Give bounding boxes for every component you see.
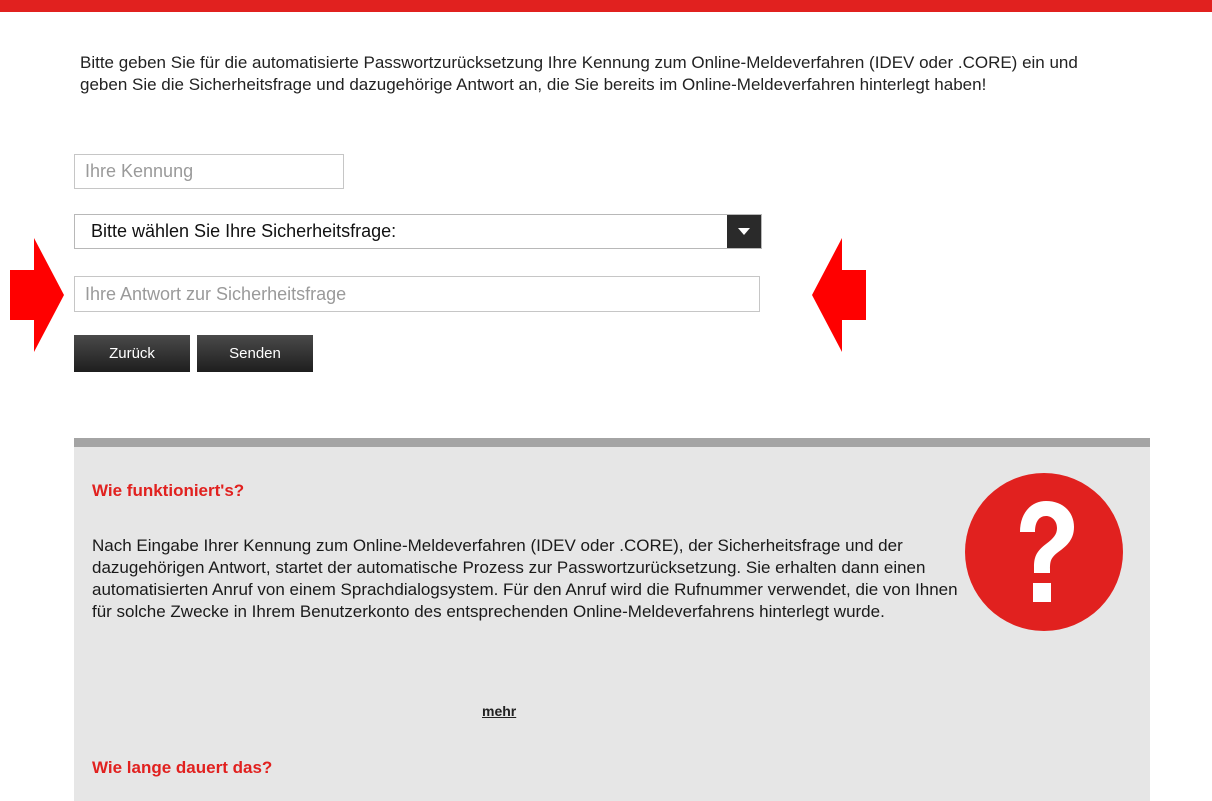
security-question-select[interactable]: Bitte wählen Sie Ihre Sicherheitsfrage:	[74, 214, 762, 249]
arrow-right-icon	[10, 238, 64, 352]
intro-text: Bitte geben Sie für die automatisierte P…	[80, 53, 1078, 94]
send-button[interactable]: Senden	[197, 335, 313, 372]
chevron-down-icon	[738, 228, 750, 235]
kennung-input[interactable]	[74, 154, 344, 189]
security-answer-input[interactable]	[74, 276, 760, 312]
question-mark-icon	[965, 473, 1123, 631]
duration-heading: Wie lange dauert das?	[92, 758, 273, 777]
how-it-works-text: Nach Eingabe Ihrer Kennung zum Online-Me…	[92, 536, 958, 621]
how-it-works-heading: Wie funktioniert's?	[92, 481, 245, 500]
arrow-left-icon	[812, 238, 866, 352]
info-panel: Wie funktioniert's? Nach Eingabe Ihrer K…	[74, 438, 1150, 801]
security-question-selected: Bitte wählen Sie Ihre Sicherheitsfrage:	[91, 221, 397, 241]
top-accent-bar	[0, 0, 1212, 12]
dropdown-toggle[interactable]	[727, 215, 761, 248]
back-button[interactable]: Zurück	[74, 335, 190, 372]
more-link[interactable]: mehr	[482, 703, 516, 719]
